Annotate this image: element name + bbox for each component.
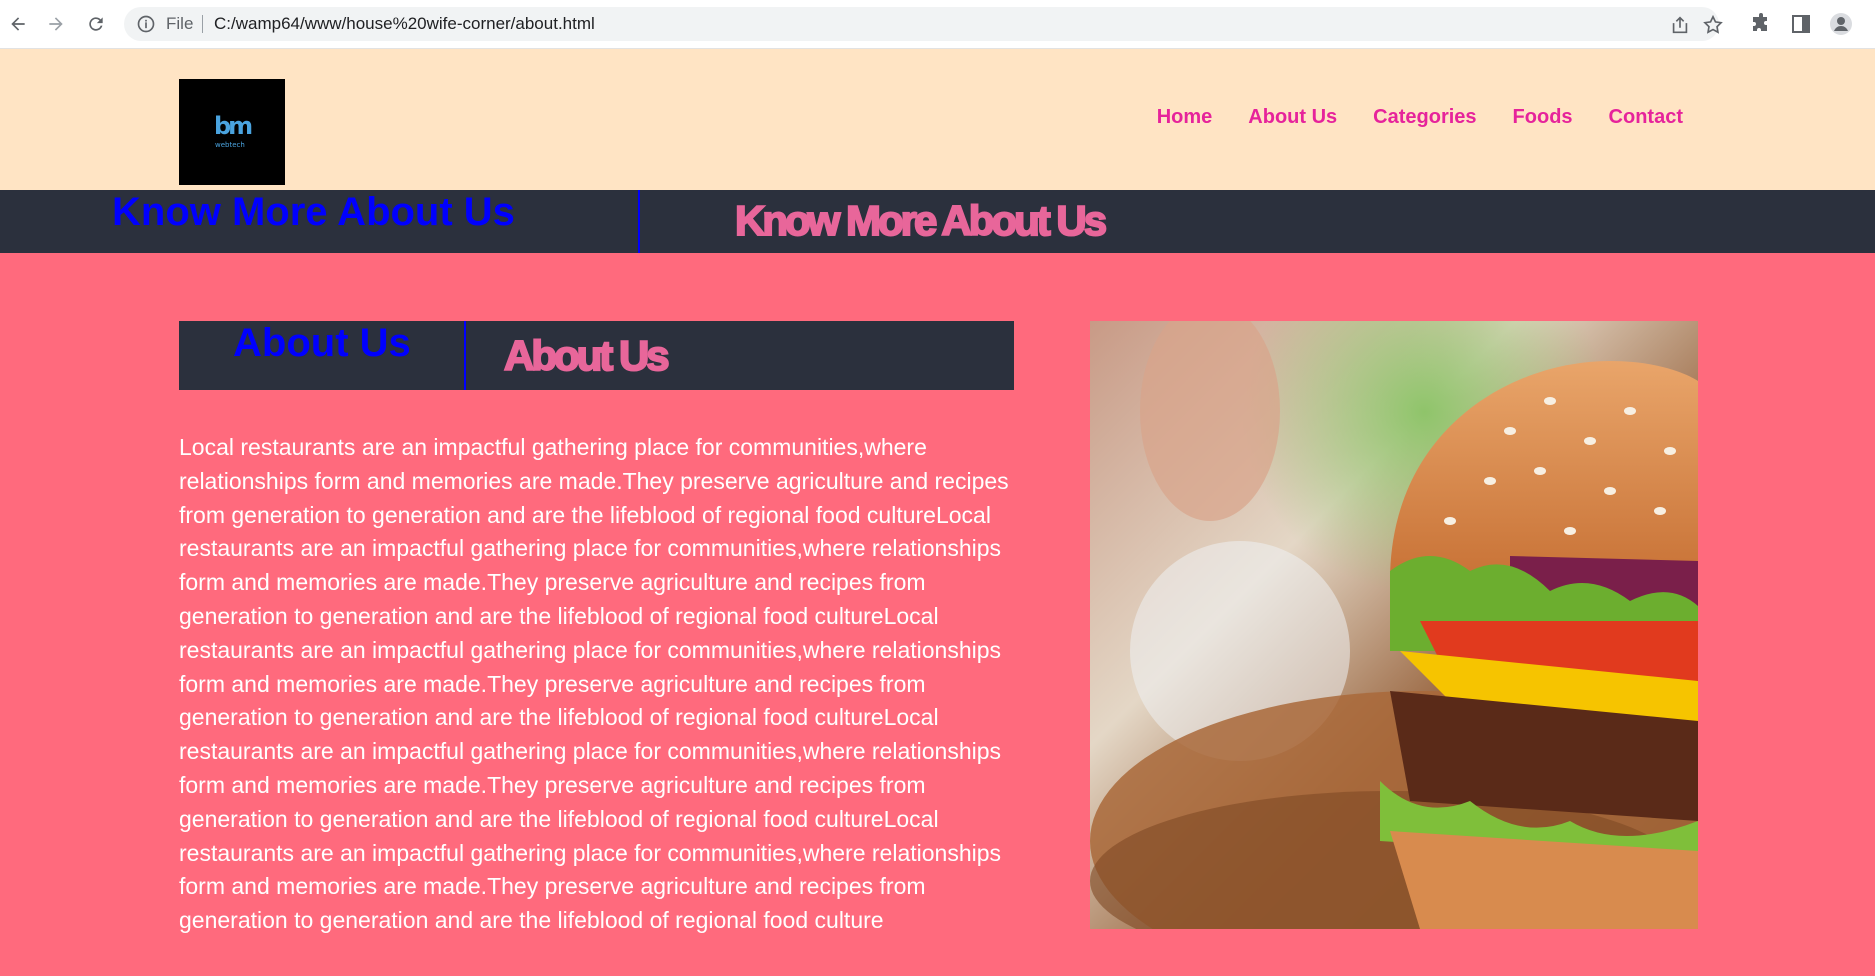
main-nav: Home About Us Categories Foods Contact bbox=[1121, 105, 1683, 129]
nav-foods-link[interactable]: Foods bbox=[1513, 105, 1573, 129]
reload-icon[interactable] bbox=[82, 10, 110, 38]
nav-contact-link[interactable]: Contact bbox=[1609, 105, 1683, 129]
site-logo[interactable]: bm webtech bbox=[179, 79, 285, 185]
nav-categories-link[interactable]: Categories bbox=[1373, 105, 1476, 129]
banner-outline-title: Know More About Us bbox=[734, 197, 1108, 245]
back-arrow-icon[interactable] bbox=[4, 10, 32, 38]
site-header: bm webtech Home About Us Categories Food… bbox=[0, 49, 1875, 190]
bookmark-star-icon[interactable] bbox=[1702, 14, 1724, 36]
banner-divider bbox=[638, 190, 640, 253]
extensions-puzzle-icon[interactable] bbox=[1749, 12, 1773, 36]
omnibox-separator bbox=[202, 15, 203, 33]
about-divider bbox=[464, 321, 466, 390]
side-panel-icon[interactable] bbox=[1789, 12, 1813, 36]
browser-toolbar: File C:/wamp64/www/house%20wife-corner/a… bbox=[0, 0, 1875, 49]
burger-image bbox=[1090, 321, 1698, 929]
info-icon[interactable] bbox=[136, 14, 156, 34]
banner-title: Know More About Us bbox=[112, 190, 515, 234]
about-paragraph: Local restaurants are an impactful gathe… bbox=[179, 434, 1009, 934]
profile-avatar-icon[interactable] bbox=[1829, 12, 1853, 36]
logo-subtext: webtech bbox=[215, 141, 245, 149]
about-outline-title: About Us bbox=[503, 332, 671, 380]
share-icon[interactable] bbox=[1669, 14, 1691, 36]
nav-about-link[interactable]: About Us bbox=[1248, 105, 1337, 129]
about-title: About Us bbox=[233, 321, 411, 365]
about-heading-box: About Us About Us bbox=[179, 321, 1014, 390]
forward-arrow-icon[interactable] bbox=[42, 10, 70, 38]
page-banner: Know More About Us Know More About Us bbox=[0, 190, 1875, 253]
url-text[interactable]: C:/wamp64/www/house%20wife-corner/about.… bbox=[214, 15, 595, 33]
address-bar[interactable]: File C:/wamp64/www/house%20wife-corner/a… bbox=[124, 7, 1723, 41]
logo-mark: bm bbox=[214, 112, 253, 140]
nav-home-link[interactable]: Home bbox=[1157, 105, 1213, 129]
scheme-label: File bbox=[166, 14, 194, 33]
about-section: About Us About Us Local restaurants are … bbox=[0, 253, 1875, 976]
